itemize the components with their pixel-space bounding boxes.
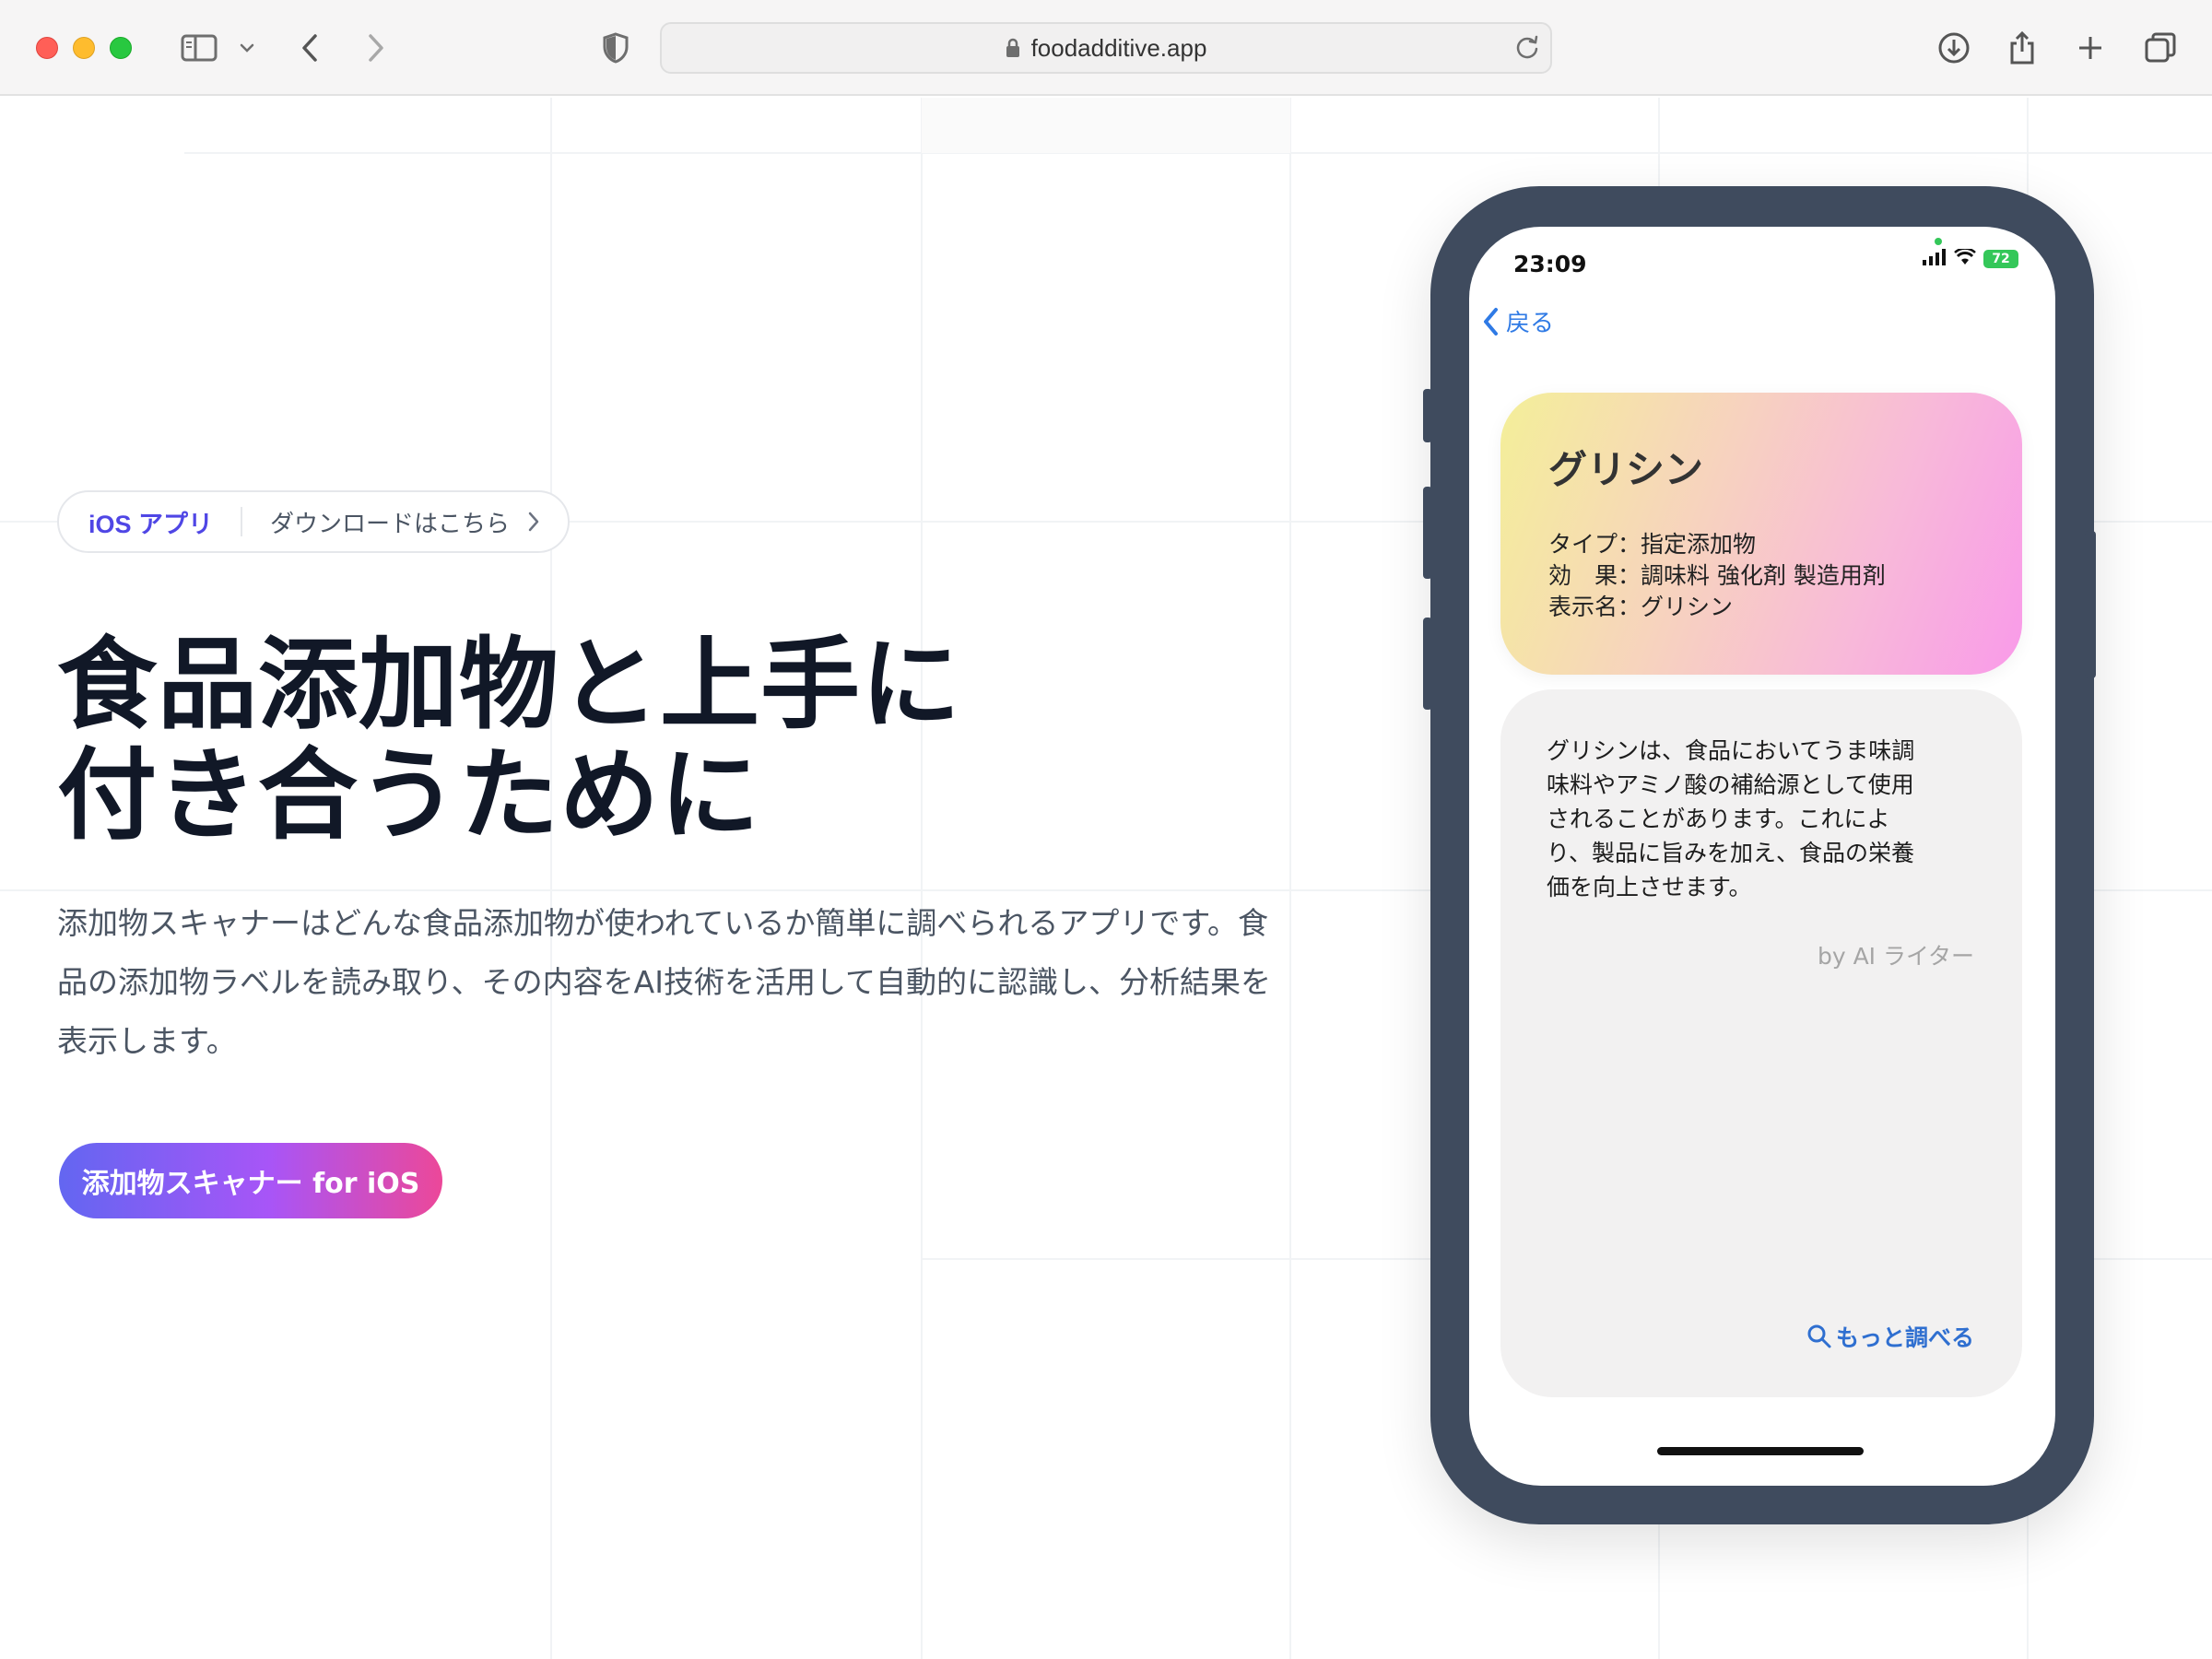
chevron-left-icon bbox=[1484, 307, 1498, 335]
additive-details: タイプ：指定添加物 効 果：調味料 強化剤 製造用剤 表示名：グリシン bbox=[1548, 529, 1886, 623]
tabs-icon[interactable] bbox=[2140, 26, 2181, 70]
description-line-5: 価を向上させます。 bbox=[1547, 874, 1752, 900]
hero-description-line-1: 添加物スキャナーはどんな食品添加物が使われているか簡単に調べられるアプリです。食 bbox=[57, 905, 1269, 941]
web-page: iOS アプリ ダウンロードはこちら 食品添加物と上手に 付き合うために 添加物… bbox=[0, 98, 2212, 1659]
ios-download-button[interactable]: 添加物スキャナー for iOS bbox=[59, 1143, 442, 1218]
back-label: 戻る bbox=[1506, 310, 1555, 337]
status-time: 23:09 bbox=[1513, 251, 1587, 277]
additive-card: グリシン タイプ：指定添加物 効 果：調味料 強化剤 製造用剤 表示名：グリシン bbox=[1500, 393, 2022, 675]
author-byline: by AI ライター bbox=[1817, 943, 1974, 970]
download-icon[interactable] bbox=[1934, 26, 1974, 70]
additive-name: グリシン bbox=[1548, 447, 1704, 492]
home-indicator bbox=[1657, 1447, 1864, 1455]
close-window-button[interactable] bbox=[36, 37, 58, 59]
lock-icon bbox=[1006, 38, 1020, 58]
learn-more-link[interactable]: もっと調べる bbox=[1806, 1320, 1974, 1353]
minimize-window-button[interactable] bbox=[73, 37, 95, 59]
description-line-1: グリシンは、食品においてうま味調 bbox=[1547, 737, 1915, 764]
phone-screen: 23:09 72 戻る グリシン タイプ：指定添加物 効 果：調味料 強化剤 製… bbox=[1469, 227, 2055, 1486]
reload-icon[interactable] bbox=[1513, 33, 1541, 65]
description-card: グリシンは、食品においてうま味調 味料やアミノ酸の補給源として使用 されることが… bbox=[1500, 689, 2022, 1397]
additive-effect: 効 果：調味料 強化剤 製造用剤 bbox=[1548, 562, 1886, 589]
description-line-2: 味料やアミノ酸の補給源として使用 bbox=[1547, 771, 1914, 798]
chevron-down-icon[interactable] bbox=[236, 26, 258, 70]
wifi-icon bbox=[1954, 247, 1976, 269]
address-bar[interactable]: foodadditive.app bbox=[660, 22, 1552, 74]
signal-icon bbox=[1923, 249, 1947, 269]
description-line-4: り、製品に旨みを加え、食品の栄養 bbox=[1547, 840, 1915, 866]
shield-icon[interactable] bbox=[597, 26, 634, 70]
phone-mockup: 23:09 72 戻る グリシン タイプ：指定添加物 効 果：調味料 強化剤 製… bbox=[1423, 186, 2096, 1524]
url-display[interactable]: foodadditive.app bbox=[662, 24, 1550, 72]
back-icon[interactable] bbox=[293, 26, 326, 70]
search-icon bbox=[1807, 1324, 1831, 1348]
status-icons: 72 bbox=[1923, 247, 2018, 269]
ios-app-pill[interactable]: iOS アプリ ダウンロードはこちら bbox=[57, 490, 570, 553]
chevron-right-icon bbox=[528, 512, 539, 532]
back-button[interactable]: 戻る bbox=[1482, 304, 1554, 338]
hero-title: 食品添加物と上手に 付き合うために bbox=[57, 630, 1071, 852]
hero-title-line-1: 食品添加物と上手に bbox=[57, 628, 962, 743]
phone-power-button bbox=[2085, 531, 2096, 678]
forward-icon[interactable] bbox=[359, 26, 393, 70]
hero-description-line-3: 表示します。 bbox=[57, 1023, 237, 1059]
description-line-3: されることがあります。これによ bbox=[1547, 806, 1890, 832]
hero-description-line-2: 品の添加物ラベルを読み取り、その内容をAI技術を活用して自動的に認識し、分析結果… bbox=[57, 964, 1271, 1000]
phone-side-button bbox=[1423, 389, 1432, 442]
pill-tag: iOS アプリ bbox=[88, 510, 214, 538]
plus-icon[interactable] bbox=[2070, 26, 2111, 70]
additive-type: タイプ：指定添加物 bbox=[1548, 531, 1757, 558]
zoom-window-button[interactable] bbox=[110, 37, 132, 59]
sidebar-icon[interactable] bbox=[177, 26, 221, 70]
download-link[interactable]: ダウンロードはこちら bbox=[242, 505, 510, 539]
phone-volume-down bbox=[1423, 618, 1432, 710]
share-icon[interactable] bbox=[2002, 26, 2042, 70]
url-text: foodadditive.app bbox=[1030, 33, 1207, 62]
browser-toolbar: foodadditive.app bbox=[0, 0, 2212, 96]
learn-more-label: もっと調べる bbox=[1835, 1324, 1974, 1351]
privacy-indicator bbox=[1935, 238, 1942, 245]
additive-display-name: 表示名：グリシン bbox=[1548, 594, 1734, 620]
hero-description: 添加物スキャナーはどんな食品添加物が使われているか簡単に調べられるアプリです。食… bbox=[57, 894, 1292, 1071]
phone-volume-up bbox=[1423, 487, 1432, 579]
hero-title-line-2: 付き合うために bbox=[57, 738, 761, 853]
battery-icon: 72 bbox=[1983, 250, 2018, 268]
description-text: グリシンは、食品においてうま味調 味料やアミノ酸の補給源として使用 されることが… bbox=[1547, 734, 1971, 904]
